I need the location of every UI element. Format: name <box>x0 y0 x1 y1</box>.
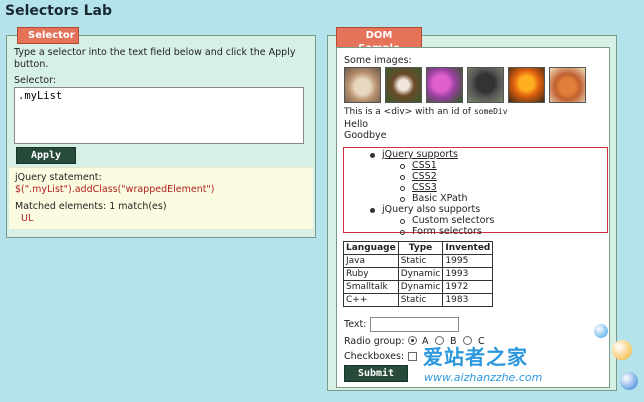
table-row: Java Static 1995 <box>343 254 494 268</box>
list-item: jQuery also supports <box>382 204 481 215</box>
orange-flower-image <box>508 67 545 103</box>
table-cell: Dynamic <box>397 280 444 294</box>
list-item[interactable]: CSS1 <box>412 160 437 171</box>
goodbye-text: Goodbye <box>344 130 387 141</box>
list-bullet <box>370 208 375 213</box>
matched-item: UL <box>21 212 34 224</box>
orb-icon <box>612 340 632 360</box>
selector-panel: Selector Type a selector into the text f… <box>6 27 316 238</box>
my-list: jQuery supports CSS1 CSS2 CSS3 Basic XPa… <box>343 147 608 237</box>
table-cell: Smalltalk <box>343 280 399 294</box>
table-row: Smalltalk Dynamic 1972 <box>343 280 494 294</box>
text-field[interactable] <box>370 317 459 332</box>
list-item: Basic XPath <box>412 193 468 204</box>
table-header-row: Language Type Invented <box>343 241 494 255</box>
table-cell: 1995 <box>442 254 494 268</box>
statement-code: $(".myList").addClass("wrappedElement") <box>15 183 215 195</box>
list-item: Form selectors <box>412 226 482 237</box>
text-label: Text: <box>344 319 367 330</box>
table-header: Language <box>343 241 399 255</box>
table-cell: C++ <box>343 293 399 307</box>
radio-group-label: Radio group: <box>344 336 405 347</box>
list-item[interactable]: CSS3 <box>412 182 437 193</box>
hello-text: Hello <box>344 119 369 130</box>
matched-label: Matched elements: 1 match(es) <box>15 201 167 212</box>
selector-label: Selector: <box>14 75 57 86</box>
dog-image <box>385 67 422 103</box>
watermark-text: 爱站者之家 <box>423 345 528 369</box>
apply-button[interactable]: Apply <box>16 147 76 164</box>
selector-input[interactable] <box>14 87 304 144</box>
result-box: jQuery statement: $(".myList").addClass(… <box>9 167 313 229</box>
list-bullet <box>370 153 375 158</box>
statement-label: jQuery statement: <box>15 172 102 183</box>
submit-button[interactable]: Submit <box>344 365 408 382</box>
orb-icon <box>594 324 608 338</box>
teapot-image <box>549 67 586 103</box>
checkboxes-label: Checkboxes: <box>344 351 405 362</box>
table-header: Type <box>397 241 444 255</box>
list-circle <box>400 219 405 224</box>
list-circle <box>400 197 405 202</box>
table-header: Invented <box>442 241 494 255</box>
list-item: Custom selectors <box>412 215 495 226</box>
orb-icon <box>620 372 638 390</box>
list-circle <box>400 164 405 169</box>
selector-panel-title: Selector <box>17 27 79 44</box>
languages-table: Language Type Invented Java Static 1995 … <box>343 241 494 307</box>
images-label: Some images: <box>344 55 412 66</box>
list-circle <box>400 186 405 191</box>
selector-instructions: Type a selector into the text field belo… <box>14 47 296 70</box>
watermark-url: www.aizhanzzhe.com <box>424 371 543 384</box>
table-cell: 1983 <box>442 293 494 307</box>
list-item[interactable]: jQuery supports <box>382 149 458 160</box>
page-title: Selectors Lab <box>5 3 112 19</box>
table-cell: Static <box>397 254 444 268</box>
table-cell: Static <box>397 293 444 307</box>
table-cell: 1993 <box>442 267 494 281</box>
table-cell: 1972 <box>442 280 494 294</box>
table-row: Ruby Dynamic 1993 <box>343 267 494 281</box>
table-row: C++ Static 1983 <box>343 293 494 307</box>
flowers-image <box>426 67 463 103</box>
list-circle <box>400 175 405 180</box>
black-dog-image <box>467 67 504 103</box>
baby-image <box>344 67 381 103</box>
table-cell: Dynamic <box>397 267 444 281</box>
somediv-text: This is a <div> with an id of someDiv <box>344 107 508 117</box>
list-item[interactable]: CSS2 <box>412 171 437 182</box>
table-cell: Ruby <box>343 267 399 281</box>
list-circle <box>400 230 405 235</box>
table-cell: Java <box>343 254 399 268</box>
